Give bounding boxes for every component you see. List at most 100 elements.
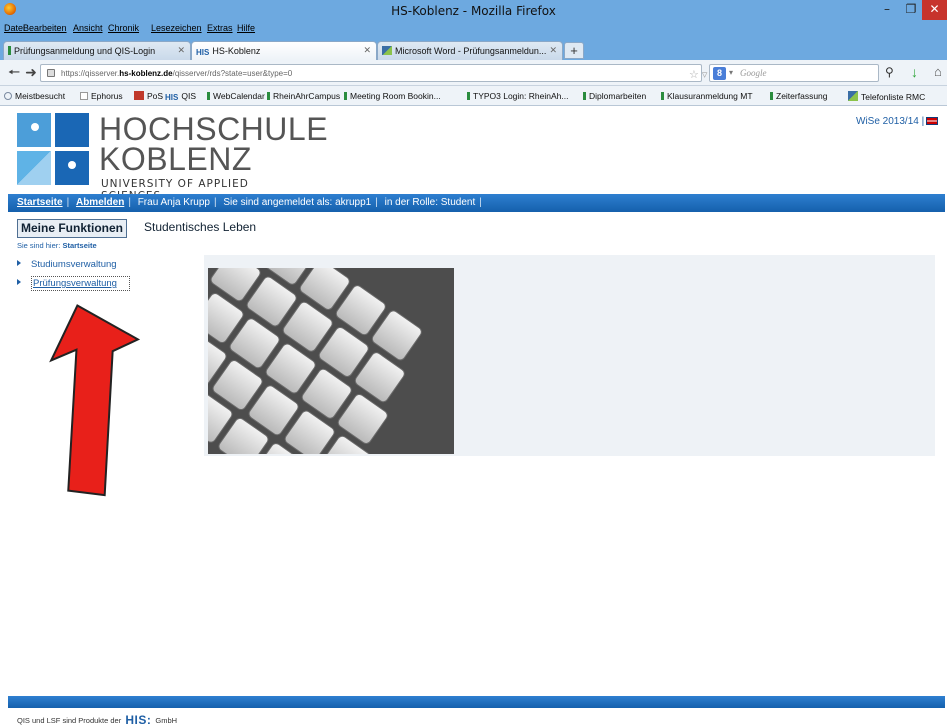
bookmark-rheinahrcampus[interactable]: RheinAhrCampus bbox=[267, 91, 340, 101]
user-status-bar: Startseite | Abmelden | Frau Anja Krupp | S… bbox=[8, 194, 945, 212]
menu-item-studiumsverwaltung[interactable]: Studiumsverwaltung bbox=[17, 259, 117, 270]
english-flag-icon[interactable] bbox=[926, 117, 939, 125]
bookmark-zeiterfassung[interactable]: Zeiterfassung bbox=[770, 91, 828, 101]
search-placeholder: Google bbox=[740, 68, 767, 78]
url-bar[interactable]: https://qisserver.hs-koblenz.de/qisserve… bbox=[40, 64, 736, 82]
url-suffix: /qisserver/rds?state=user&type=0 bbox=[172, 69, 293, 78]
bookmark-star-icon[interactable]: ☆ ▿ bbox=[689, 68, 707, 81]
download-icon[interactable]: ↓ bbox=[911, 64, 918, 80]
breadcrumb-prefix: Sie sind hier: bbox=[17, 241, 61, 250]
logged-in-as: Sie sind angemeldet als: akrupp1 bbox=[223, 197, 372, 208]
bookmark-webcalendar[interactable]: WebCalendar bbox=[207, 91, 265, 101]
bullet-arrow-icon bbox=[17, 279, 21, 285]
bookmark-icon bbox=[583, 92, 586, 100]
home-link[interactable]: Startseite bbox=[17, 197, 63, 208]
bookmark-label: Meeting Room Bookin... bbox=[350, 91, 441, 101]
tab-bar: Prüfungsanmeldung und QIS-Login ✕ HIS HS-… bbox=[0, 38, 947, 60]
lock-icon bbox=[47, 69, 55, 77]
bookmark-icon bbox=[467, 92, 470, 100]
window-title: HS-Koblenz - Mozilla Firefox bbox=[391, 4, 556, 18]
menu-extras[interactable]: Extras bbox=[207, 23, 233, 33]
tab-close-icon[interactable]: ✕ bbox=[549, 45, 557, 56]
url-prefix: https://qisserver. bbox=[61, 69, 120, 78]
word-favicon-icon bbox=[382, 46, 392, 55]
keyboard-photo bbox=[208, 268, 454, 454]
page-icon bbox=[80, 92, 88, 100]
bookmark-label: WebCalendar bbox=[213, 91, 265, 101]
footer-prefix: QIS und LSF sind Produkte der bbox=[17, 716, 122, 725]
tab-label: HS-Koblenz bbox=[212, 46, 261, 56]
bookmark-meistbesucht[interactable]: Meistbesucht bbox=[4, 91, 65, 101]
bookmark-label: Ephorus bbox=[91, 91, 123, 101]
tab-label: Microsoft Word - Prüfungsanmeldun... bbox=[395, 46, 547, 56]
hochschule-koblenz-logo[interactable]: HOCHSCHULE KOBLENZ UNIVERSITY OF APPLIED… bbox=[17, 113, 328, 202]
home-icon[interactable]: ⌂ bbox=[934, 64, 942, 79]
bookmark-icon bbox=[848, 91, 858, 101]
minimize-button[interactable]: – bbox=[876, 0, 898, 20]
user-role: in der Rolle: Student bbox=[384, 197, 476, 208]
bookmark-label: Zeiterfassung bbox=[776, 91, 828, 101]
bookmark-label: Diplomarbeiten bbox=[589, 91, 647, 101]
tab-hs-koblenz[interactable]: HIS HS-Koblenz ✕ bbox=[191, 41, 377, 60]
menu-lesezeichen[interactable]: Lesezeichen bbox=[151, 23, 202, 33]
bookmark-pos[interactable]: PoS bbox=[134, 91, 163, 101]
his-logo[interactable]: HIS: bbox=[125, 713, 151, 726]
menu-bearbeiten[interactable]: Bearbeiten bbox=[23, 23, 67, 33]
bookmark-label: Telefonliste RMC bbox=[861, 92, 926, 102]
menu-datei[interactable]: Datei bbox=[4, 23, 25, 33]
window-titlebar: HS-Koblenz - Mozilla Firefox – ❐ ✕ bbox=[0, 0, 947, 22]
red-arrow-annotation-icon bbox=[49, 304, 141, 497]
google-search-engine-icon[interactable]: 8 bbox=[713, 67, 726, 80]
favicon-icon bbox=[8, 46, 11, 55]
search-magnifier-icon[interactable]: ⚲ bbox=[885, 65, 894, 79]
bookmark-qis[interactable]: HIS QIS bbox=[165, 91, 196, 102]
bookmark-icon bbox=[344, 92, 347, 100]
bookmark-icon bbox=[770, 92, 773, 100]
bookmark-telefonliste[interactable]: Telefonliste RMC bbox=[848, 91, 925, 102]
new-tab-button[interactable]: + bbox=[564, 42, 584, 59]
forward-arrow-icon[interactable]: ➜ bbox=[22, 64, 40, 82]
logo-text-koblenz: KOBLENZ bbox=[99, 141, 252, 177]
search-bar[interactable]: 8 ▾ Google bbox=[709, 64, 879, 82]
url-domain: hs-koblenz.de bbox=[119, 69, 173, 78]
back-arrow-icon[interactable]: 🠔 bbox=[5, 64, 23, 82]
bookmark-icon bbox=[207, 92, 210, 100]
bookmark-typo3[interactable]: TYPO3 Login: RheinAh... bbox=[467, 91, 568, 101]
tab-label: Prüfungsanmeldung und QIS-Login bbox=[14, 46, 156, 56]
bookmark-label: QIS bbox=[181, 91, 196, 101]
close-window-button[interactable]: ✕ bbox=[922, 0, 947, 20]
tab-pruefungsanmeldung[interactable]: Prüfungsanmeldung und QIS-Login ✕ bbox=[3, 41, 191, 60]
tab-meine-funktionen[interactable]: Meine Funktionen bbox=[17, 219, 127, 238]
search-engine-dropdown-icon[interactable]: ▾ bbox=[729, 68, 733, 77]
tab-studentisches-leben[interactable]: Studentisches Leben bbox=[144, 220, 256, 234]
menu-ansicht[interactable]: Ansicht bbox=[73, 23, 103, 33]
navigation-bar: 🠔 ➜ https://qisserver.hs-koblenz.de/qiss… bbox=[0, 60, 947, 86]
tab-close-icon[interactable]: ✕ bbox=[363, 45, 371, 56]
menu-chronik[interactable]: Chronik bbox=[108, 23, 139, 33]
menu-item-pruefungsverwaltung[interactable]: Prüfungsverwaltung bbox=[17, 276, 130, 291]
footer-bar bbox=[8, 696, 945, 708]
bookmarks-toolbar: Meistbesucht Ephorus PoS HIS QIS WebCalen… bbox=[0, 86, 947, 106]
menu-bar: Datei Bearbeiten Ansicht Chronik Lesezei… bbox=[0, 22, 947, 38]
bookmark-ephorus[interactable]: Ephorus bbox=[80, 91, 123, 101]
maximize-button[interactable]: ❐ bbox=[900, 0, 922, 20]
menu-item-label: Studiumsverwaltung bbox=[31, 259, 117, 270]
bookmark-icon bbox=[661, 92, 664, 100]
user-name: Frau Anja Krupp bbox=[137, 197, 210, 208]
bookmark-diplomarbeiten[interactable]: Diplomarbeiten bbox=[583, 91, 646, 101]
bookmark-label: RheinAhrCampus bbox=[273, 91, 341, 101]
breadcrumb-current[interactable]: Startseite bbox=[62, 241, 96, 250]
semester-indicator[interactable]: WiSe 2013/14 | bbox=[856, 116, 939, 127]
bookmark-meeting-room[interactable]: Meeting Room Bookin... bbox=[344, 91, 441, 101]
tab-microsoft-word[interactable]: Microsoft Word - Prüfungsanmeldun... ✕ bbox=[377, 41, 563, 60]
semester-label: WiSe 2013/14 | bbox=[856, 116, 925, 127]
bookmark-label: TYPO3 Login: RheinAh... bbox=[473, 91, 569, 101]
tab-close-icon[interactable]: ✕ bbox=[177, 45, 185, 56]
hs-koblenz-logo-icon bbox=[17, 113, 89, 185]
most-visited-icon bbox=[4, 92, 12, 100]
logout-link[interactable]: Abmelden bbox=[76, 197, 124, 208]
footer-suffix: GmbH bbox=[155, 716, 178, 725]
bookmark-icon bbox=[267, 92, 270, 100]
bookmark-klausuranmeldung[interactable]: Klausuranmeldung MT bbox=[661, 91, 753, 101]
menu-hilfe[interactable]: Hilfe bbox=[237, 23, 255, 33]
